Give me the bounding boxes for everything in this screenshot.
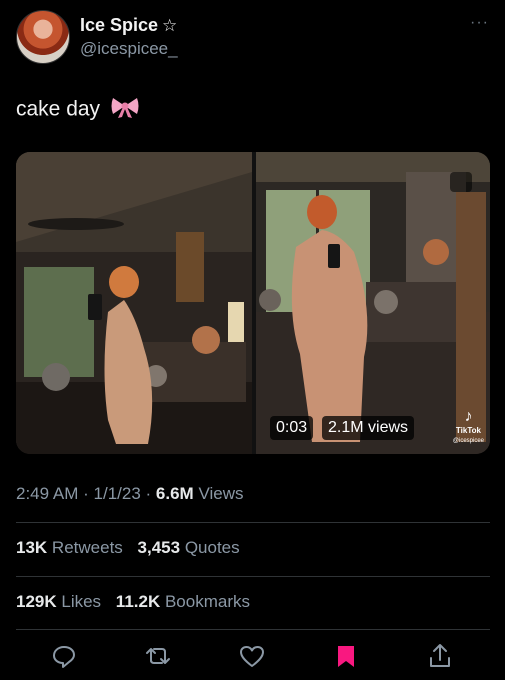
stats-row-likes: 129K Likes 11.2K Bookmarks xyxy=(16,592,260,612)
tiktok-logo-icon: ♪ xyxy=(464,408,473,425)
tiktok-watermark: ♪ TikTok @icespicee xyxy=(453,408,484,444)
divider xyxy=(16,629,490,630)
meta-separator-2: · xyxy=(145,484,152,503)
views-count: 6.6M xyxy=(155,484,194,503)
share-icon[interactable] xyxy=(424,640,456,672)
video-duration: 0:03 xyxy=(270,416,314,440)
tiktok-handle: @icespicee xyxy=(452,438,484,444)
avatar[interactable] xyxy=(16,10,70,64)
stats-row-retweets: 13K Retweets 3,453 Quotes xyxy=(16,538,250,558)
bookmarks-stat[interactable]: 11.2K Bookmarks xyxy=(116,592,250,611)
tweet-time[interactable]: 2:49 AM xyxy=(16,484,78,503)
bookmarks-count: 11.2K xyxy=(115,592,161,611)
retweet-icon[interactable] xyxy=(142,640,174,672)
retweets-count: 13K xyxy=(16,538,48,557)
quotes-stat[interactable]: 3,453 Quotes xyxy=(138,538,240,557)
divider xyxy=(16,522,490,523)
views-label: Views xyxy=(198,484,244,503)
likes-stat[interactable]: 129K Likes xyxy=(16,592,101,611)
tweet-date[interactable]: 1/1/23 xyxy=(94,484,141,503)
bookmarks-label: Bookmarks xyxy=(164,592,250,611)
user-handle[interactable]: @icespicee_ xyxy=(80,39,178,59)
quotes-label: Quotes xyxy=(184,538,240,557)
bookmark-icon[interactable] xyxy=(330,640,362,672)
video-views: 2.1M views xyxy=(322,416,415,440)
media-info-icon[interactable] xyxy=(450,172,472,192)
divider xyxy=(16,576,490,577)
quotes-count: 3,453 xyxy=(137,538,181,557)
retweets-stat[interactable]: 13K Retweets xyxy=(16,538,123,557)
tweet-meta: 2:49 AM · 1/1/23 · 6.6M Views xyxy=(16,484,244,504)
tweet-text-content: cake day xyxy=(16,97,101,121)
tiktok-brand: TikTok xyxy=(455,426,481,435)
video-right[interactable]: 0:03 2.1M views ♪ TikTok @icespicee xyxy=(256,152,490,454)
like-icon[interactable] xyxy=(236,640,268,672)
media-container: 0:03 2.1M views ♪ TikTok @icespicee xyxy=(16,152,490,454)
action-bar xyxy=(16,640,490,672)
display-name[interactable]: Ice Spice ☆ xyxy=(80,15,177,36)
photo-left[interactable] xyxy=(16,152,252,454)
tweet-header: Ice Spice ☆ @icespicee_ ··· xyxy=(16,10,491,66)
meta-separator: · xyxy=(83,484,89,503)
more-options-button[interactable]: ··· xyxy=(470,14,489,32)
retweets-label: Retweets xyxy=(51,538,123,557)
likes-count: 129K xyxy=(16,592,57,611)
star-icon: ☆ xyxy=(162,16,178,35)
display-name-text: Ice Spice xyxy=(80,15,159,35)
tweet-text: cake day xyxy=(16,95,140,125)
likes-label: Likes xyxy=(61,592,102,611)
ribbon-bow-icon xyxy=(110,95,140,125)
reply-icon[interactable] xyxy=(48,640,80,672)
